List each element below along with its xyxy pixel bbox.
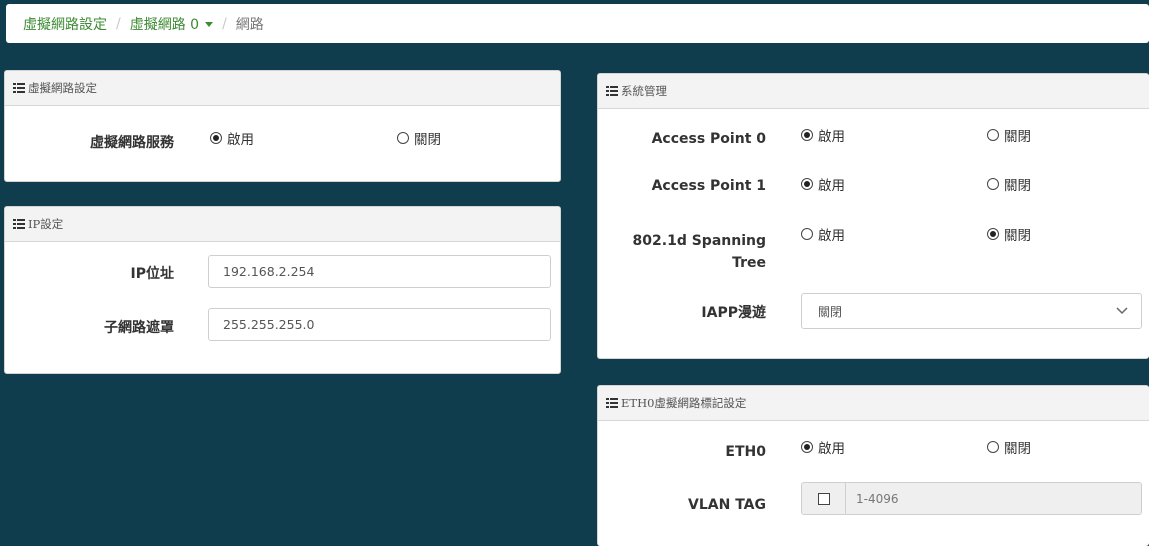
access-point-1-label: Access Point 1	[651, 178, 766, 194]
vlan-tag-checkbox-addon	[802, 483, 846, 514]
panel-heading: ETH0虛擬網路標記設定	[598, 386, 1149, 421]
radio-unchecked-icon	[987, 129, 999, 141]
radio-label: 關閉	[1004, 178, 1031, 194]
panel-title: 系統管理	[621, 84, 667, 98]
radio-label: 關閉	[1004, 228, 1031, 244]
vlan-tag-input-group: 1-4096	[801, 482, 1142, 515]
list-icon	[606, 398, 618, 408]
panel-title: ETH0虛擬網路標記設定	[621, 396, 747, 410]
eth0-enable-radio[interactable]: 啟用	[801, 437, 845, 457]
radio-label: 啟用	[818, 228, 845, 244]
breadcrumb-vlan-settings[interactable]: 虛擬網路設定	[23, 14, 107, 34]
access-point-1-enable-radio[interactable]: 啟用	[801, 174, 845, 194]
ip-address-label: IP位址	[130, 266, 174, 282]
panel-heading: IP設定	[5, 207, 560, 242]
vlan-settings-panel: 虛擬網路設定 虛擬網路服務 啟用 關閉	[4, 70, 561, 182]
list-icon	[13, 219, 25, 229]
radio-checked-icon	[801, 441, 813, 453]
radio-label: 關閉	[1004, 441, 1031, 457]
vlan-service-enable-radio[interactable]: 啟用	[210, 128, 254, 148]
radio-label: 啟用	[818, 178, 845, 194]
subnet-mask-label: 子網路遮罩	[104, 320, 174, 336]
radio-label: 啟用	[818, 129, 845, 145]
list-icon	[13, 83, 25, 93]
spanning-tree-label-line1: 802.1d Spanning	[632, 233, 766, 249]
iapp-roaming-label: IAPP漫遊	[701, 305, 766, 321]
vlan-tag-input[interactable]: 1-4096	[846, 483, 1141, 514]
radio-checked-icon	[987, 228, 999, 240]
eth0-vlan-tag-panel: ETH0虛擬網路標記設定 ETH0 啟用 關閉 VLAN TAG 1-4096	[597, 385, 1149, 546]
spanning-tree-enable-radio[interactable]: 啟用	[801, 224, 845, 244]
vlan-tag-checkbox[interactable]	[817, 492, 830, 505]
panel-title: IP設定	[28, 217, 64, 231]
access-point-0-disable-radio[interactable]: 關閉	[987, 125, 1031, 145]
iapp-roaming-value: 關閉	[818, 304, 843, 319]
list-icon	[606, 86, 618, 96]
spanning-tree-disable-radio[interactable]: 關閉	[987, 224, 1031, 244]
breadcrumb: 虛擬網路設定 / 虛擬網路 0 / 網路	[6, 4, 1149, 43]
vlan-service-disable-radio[interactable]: 關閉	[397, 128, 441, 148]
eth0-disable-radio[interactable]: 關閉	[987, 437, 1031, 457]
subnet-mask-input[interactable]: 255.255.255.0	[208, 308, 551, 341]
ip-address-input[interactable]: 192.168.2.254	[208, 255, 551, 288]
panel-heading: 系統管理	[598, 74, 1149, 109]
radio-checked-icon	[210, 132, 222, 144]
access-point-1-disable-radio[interactable]: 關閉	[987, 174, 1031, 194]
radio-checked-icon	[801, 178, 813, 190]
panel-heading: 虛擬網路設定	[5, 71, 560, 106]
radio-label: 啟用	[227, 132, 254, 148]
system-management-panel: 系統管理 Access Point 0 啟用 關閉 Access Point 1…	[597, 73, 1149, 359]
breadcrumb-separator: /	[116, 15, 121, 32]
radio-label: 啟用	[818, 441, 845, 457]
spanning-tree-label: 802.1d Spanning Tree	[633, 230, 766, 274]
spanning-tree-label-line2: Tree	[732, 255, 766, 271]
radio-unchecked-icon	[397, 132, 409, 144]
breadcrumb-current: 網路	[235, 16, 264, 33]
panel-title: 虛擬網路設定	[28, 81, 97, 95]
breadcrumb-separator: /	[222, 15, 227, 32]
iapp-roaming-select[interactable]: 關閉	[801, 293, 1142, 329]
radio-unchecked-icon	[987, 441, 999, 453]
ip-settings-panel: IP設定 IP位址 192.168.2.254 子網路遮罩 255.255.25…	[4, 206, 561, 374]
radio-label: 關閉	[414, 132, 441, 148]
eth0-label: ETH0	[725, 444, 766, 460]
breadcrumb-vlan-0-label: 虛擬網路 0	[129, 16, 200, 33]
radio-label: 關閉	[1004, 129, 1031, 145]
caret-down-icon	[205, 22, 214, 27]
radio-unchecked-icon	[801, 228, 813, 240]
chevron-down-icon	[1116, 307, 1128, 315]
radio-unchecked-icon	[987, 178, 999, 190]
access-point-0-enable-radio[interactable]: 啟用	[801, 125, 845, 145]
vlan-tag-label: VLAN TAG	[688, 497, 766, 513]
breadcrumb-vlan-0-dropdown[interactable]: 虛擬網路 0	[129, 14, 214, 34]
radio-checked-icon	[801, 129, 813, 141]
access-point-0-label: Access Point 0	[651, 131, 766, 147]
vlan-service-label: 虛擬網路服務	[90, 135, 174, 151]
